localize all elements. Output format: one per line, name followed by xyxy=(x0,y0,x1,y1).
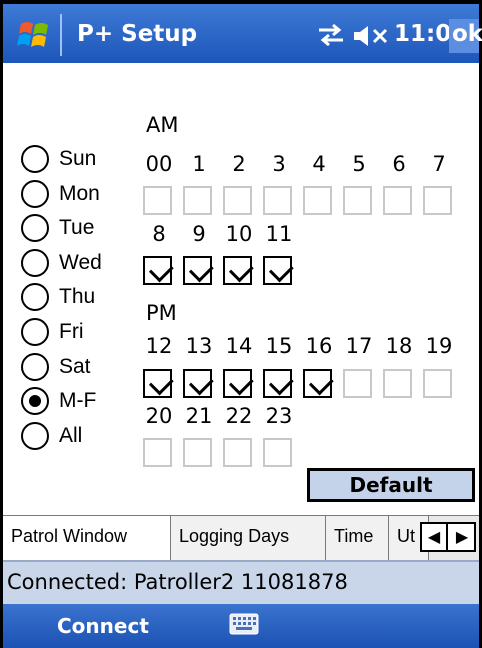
tab-logging-days[interactable]: Logging Days xyxy=(171,516,326,560)
hour-label: 3 xyxy=(272,152,286,176)
hour-label: 15 xyxy=(265,334,293,358)
hour-label: 23 xyxy=(265,404,293,428)
keyboard-icon[interactable] xyxy=(229,613,259,635)
status-bar: Connected: Patroller2 11081878 xyxy=(3,560,479,604)
radio-button[interactable] xyxy=(21,318,49,346)
day-option-thu[interactable]: Thu xyxy=(21,279,141,315)
hour-label: 8 xyxy=(152,222,166,246)
hour-label: 5 xyxy=(352,152,366,176)
radio-button[interactable] xyxy=(21,352,49,381)
hour-checkbox-5[interactable] xyxy=(343,186,372,215)
radio-button[interactable] xyxy=(21,214,49,243)
hour-checkbox-23[interactable] xyxy=(263,438,292,467)
hour-checkbox-15[interactable] xyxy=(263,369,292,398)
connect-button[interactable]: Connect xyxy=(57,614,149,638)
hour-label: 17 xyxy=(345,334,373,358)
hour-checkbox-20[interactable] xyxy=(143,438,172,467)
hour-checkbox-12[interactable] xyxy=(143,369,172,398)
hour-checkbox-21[interactable] xyxy=(183,438,212,467)
hour-label: 13 xyxy=(185,334,213,358)
hour-checkbox-3[interactable] xyxy=(263,186,292,215)
hour-checkbox-10[interactable] xyxy=(223,256,252,285)
tab-scroll-control: ◀ ▶ xyxy=(420,522,476,552)
day-option-fri[interactable]: Fri xyxy=(21,314,141,350)
tab-patrol-window[interactable]: Patrol Window xyxy=(3,516,171,561)
radio-button[interactable] xyxy=(21,421,49,450)
day-option-all[interactable]: All xyxy=(21,418,141,454)
day-label: Fri xyxy=(59,320,84,343)
hour-label: 7 xyxy=(432,152,446,176)
hour-label: 2 xyxy=(232,152,246,176)
day-label: Tue xyxy=(59,216,95,240)
day-option-mon[interactable]: Mon xyxy=(21,176,141,212)
hour-checkbox-7[interactable] xyxy=(423,186,452,215)
hour-label: 16 xyxy=(305,334,333,358)
connectivity-icon[interactable] xyxy=(315,22,347,48)
day-option-wed[interactable]: Wed xyxy=(21,245,141,281)
ok-button[interactable]: ok xyxy=(449,19,482,53)
day-option-sun[interactable]: Sun xyxy=(21,141,141,177)
hour-checkbox-11[interactable] xyxy=(263,256,292,285)
day-option-sat[interactable]: Sat xyxy=(21,349,141,385)
hour-label: 12 xyxy=(145,334,173,358)
radio-button[interactable] xyxy=(21,145,49,173)
day-label: Thu xyxy=(59,285,96,309)
hour-checkbox-9[interactable] xyxy=(183,256,212,285)
hour-checkbox-4[interactable] xyxy=(303,186,332,215)
menu-bar: Connect xyxy=(3,604,479,648)
radio-button[interactable] xyxy=(21,179,49,208)
hour-checkbox-13[interactable] xyxy=(183,369,212,398)
scroll-left-icon[interactable]: ◀ xyxy=(422,524,448,550)
radio-button[interactable] xyxy=(21,248,49,277)
app-title: P+ Setup xyxy=(77,21,198,47)
hour-checkbox-8[interactable] xyxy=(143,256,172,285)
pm-label: PM xyxy=(146,301,177,325)
scroll-right-icon[interactable]: ▶ xyxy=(449,524,475,550)
hour-label: 10 xyxy=(225,222,253,246)
hour-checkbox-6[interactable] xyxy=(383,186,412,215)
hour-label: 11 xyxy=(265,222,293,246)
hour-checkbox-22[interactable] xyxy=(223,438,252,467)
hour-checkbox-2[interactable] xyxy=(223,186,252,215)
hour-checkbox-18[interactable] xyxy=(383,369,412,398)
windows-start-icon[interactable] xyxy=(17,18,53,52)
tab-time[interactable]: Time xyxy=(326,516,389,560)
radio-button[interactable] xyxy=(21,387,49,416)
hour-label: 00 xyxy=(145,152,173,176)
day-option-tue[interactable]: Tue xyxy=(21,210,141,246)
tab-bar: Patrol Window Logging Days Time Ut ◀ ▶ xyxy=(3,515,479,561)
day-label: Sun xyxy=(59,147,97,170)
day-option-m-f[interactable]: M-F xyxy=(21,383,141,419)
hour-checkbox-17[interactable] xyxy=(343,369,372,398)
patrol-window-panel: Sun Mon Tue Wed Thu Fri Sat M-F All AM PM 00 1 2 3 4… xyxy=(3,63,479,515)
day-label: M-F xyxy=(59,389,97,413)
am-label: AM xyxy=(146,113,179,137)
volume-muted-icon[interactable] xyxy=(352,23,392,49)
radio-button[interactable] xyxy=(21,283,49,312)
hour-checkbox-00[interactable] xyxy=(143,186,172,215)
day-label: All xyxy=(59,423,83,447)
hour-label: 14 xyxy=(225,334,253,358)
hour-label: 6 xyxy=(392,152,406,176)
hour-label: 21 xyxy=(185,404,213,428)
hour-checkbox-1[interactable] xyxy=(183,186,212,215)
hour-label: 18 xyxy=(385,334,413,358)
title-separator xyxy=(60,14,62,56)
hour-label: 4 xyxy=(312,152,326,176)
hour-label: 19 xyxy=(425,334,453,358)
hour-checkbox-19[interactable] xyxy=(423,369,452,398)
hour-label: 22 xyxy=(225,404,253,428)
day-label: Sat xyxy=(59,354,91,378)
hour-label: 20 xyxy=(145,404,173,428)
hour-checkbox-14[interactable] xyxy=(223,369,252,398)
title-bar: P+ Setup 11:05 ok xyxy=(0,0,482,63)
hour-checkbox-16[interactable] xyxy=(303,369,332,398)
day-label: Wed xyxy=(59,250,102,274)
day-label: Mon xyxy=(59,181,100,205)
hour-label: 9 xyxy=(192,222,206,246)
hour-label: 1 xyxy=(192,152,206,176)
default-button[interactable]: Default xyxy=(307,468,475,502)
